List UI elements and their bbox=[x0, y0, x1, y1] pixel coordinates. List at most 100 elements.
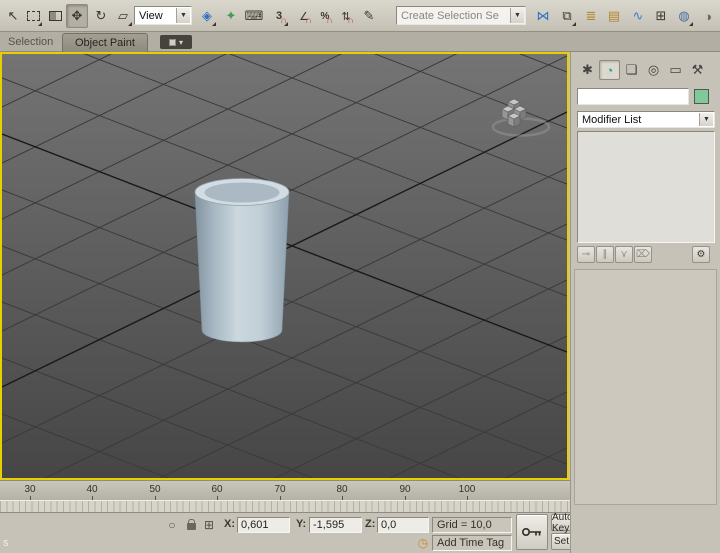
magnet-icon: ∩ bbox=[306, 16, 313, 25]
edit-sets-icon: ✎ bbox=[364, 8, 375, 24]
tab-hierarchy[interactable]: ❏ bbox=[621, 60, 642, 80]
render-setup-icon: ◑ bbox=[704, 9, 712, 24]
time-tick: 60 bbox=[205, 484, 229, 495]
z-coordinate-field[interactable]: 0,0 bbox=[377, 517, 429, 533]
configure-sets-icon: ⚙ bbox=[697, 249, 706, 260]
viewcube[interactable] bbox=[493, 99, 549, 136]
time-tick: 40 bbox=[80, 484, 104, 495]
window-crossing-icon bbox=[49, 11, 62, 21]
curve-editor-button[interactable]: ∿ bbox=[627, 4, 649, 28]
remove-modifier-icon: ⌦ bbox=[636, 249, 650, 260]
angle-snap-button[interactable]: ∠ ∩ bbox=[293, 4, 315, 28]
show-end-result-button[interactable]: ∥ bbox=[596, 246, 614, 263]
chevron-down-icon[interactable]: ▼ bbox=[176, 8, 190, 23]
object-name-field[interactable] bbox=[577, 88, 689, 105]
tab-create[interactable]: ✱ bbox=[577, 60, 598, 80]
snap-toggle-button[interactable]: 3 ∩ bbox=[268, 4, 290, 28]
render-setup-button[interactable]: ◑ bbox=[697, 4, 719, 28]
time-tick: 90 bbox=[393, 484, 417, 495]
set-keys-button[interactable] bbox=[516, 514, 548, 550]
time-tick: 30 bbox=[18, 484, 42, 495]
chevron-down-icon[interactable]: ▼ bbox=[510, 8, 524, 23]
curve-editor-icon: ∿ bbox=[633, 8, 644, 24]
time-tick: 50 bbox=[143, 484, 167, 495]
cylinder-object[interactable] bbox=[195, 179, 289, 343]
move-icon: ✥ bbox=[72, 8, 83, 24]
time-slider[interactable]: 30 40 50 60 70 80 90 100 bbox=[0, 480, 570, 500]
track-bar[interactable] bbox=[0, 500, 570, 513]
material-editor-icon: ◍ bbox=[678, 8, 689, 24]
named-selection-sets-button[interactable]: ✎ bbox=[358, 4, 380, 28]
named-selection-set-value: Create Selection Se bbox=[401, 10, 499, 22]
absolute-offset-toggle[interactable]: ⊞ bbox=[201, 517, 217, 533]
x-coordinate-field[interactable]: 0,601 bbox=[237, 517, 290, 533]
rotate-icon: ↻ bbox=[96, 8, 107, 24]
lock-icon bbox=[187, 523, 196, 530]
rotate-button[interactable]: ↻ bbox=[90, 4, 112, 28]
x-label: X: bbox=[224, 518, 235, 530]
object-color-swatch[interactable] bbox=[694, 89, 709, 104]
align-icon: ⧉ bbox=[562, 8, 571, 24]
hierarchy-icon: ❏ bbox=[626, 62, 638, 78]
ribbon-tab-bar: Selection Object Paint ▾ bbox=[0, 32, 720, 52]
add-time-tag-button[interactable]: Add Time Tag bbox=[432, 535, 512, 551]
y-coordinate-field[interactable]: -1,595 bbox=[309, 517, 362, 533]
scale-button[interactable]: ▱ bbox=[112, 4, 134, 28]
tab-utilities[interactable]: ⚒ bbox=[687, 60, 708, 80]
tab-modify[interactable]: ◔ bbox=[599, 60, 620, 80]
align-button[interactable]: ⧉ bbox=[556, 4, 578, 28]
magnet-icon: ∩ bbox=[327, 16, 334, 25]
chevron-down-icon[interactable]: ▼ bbox=[699, 113, 713, 126]
mirror-button[interactable]: ⋈ bbox=[532, 4, 554, 28]
viewport-canvas bbox=[2, 54, 567, 478]
select-object-icon[interactable]: ↖ bbox=[2, 4, 24, 28]
tab-object-paint[interactable]: Object Paint bbox=[62, 33, 148, 52]
material-editor-button[interactable]: ◍ bbox=[673, 4, 695, 28]
selection-region-button[interactable] bbox=[22, 4, 44, 28]
tab-motion[interactable]: ◎ bbox=[643, 60, 664, 80]
configure-modifier-sets-button[interactable]: ⚙ bbox=[692, 246, 710, 263]
rollout-area bbox=[574, 269, 717, 505]
ribbon-options-button[interactable]: ▾ bbox=[160, 35, 192, 49]
grid-spacing-display: Grid = 10,0 bbox=[432, 517, 512, 533]
remove-modifier-button[interactable]: ⌦ bbox=[634, 246, 652, 263]
ribbon-state-icon bbox=[169, 39, 176, 46]
schematic-view-button[interactable]: ⊞ bbox=[650, 4, 672, 28]
select-arrow-icon: ↖ bbox=[8, 8, 19, 24]
pin-stack-icon: ⊸ bbox=[582, 249, 590, 260]
percent-snap-button[interactable]: % ∩ bbox=[314, 4, 336, 28]
modifier-list-dropdown[interactable]: Modifier List ▼ bbox=[577, 111, 715, 128]
z-label: Z: bbox=[365, 518, 375, 530]
make-unique-button[interactable]: ⋎ bbox=[615, 246, 633, 263]
make-unique-icon: ⋎ bbox=[620, 249, 627, 260]
select-manipulate-button[interactable]: ✦ bbox=[220, 4, 242, 28]
mirror-icon: ⋈ bbox=[537, 8, 550, 24]
time-tag-clock-icon: ◷ bbox=[415, 535, 431, 551]
isolate-selection-button[interactable]: ○ bbox=[164, 517, 180, 533]
viewcube-ring[interactable] bbox=[493, 119, 549, 136]
use-center-icon: ◈ bbox=[202, 8, 212, 24]
selection-lock-button[interactable] bbox=[183, 517, 199, 533]
window-crossing-button[interactable] bbox=[44, 4, 66, 28]
tab-display[interactable]: ▭ bbox=[665, 60, 686, 80]
modifier-stack-list[interactable] bbox=[577, 131, 715, 243]
named-selection-set-dropdown[interactable]: Create Selection Se ▼ bbox=[396, 6, 526, 25]
motion-icon: ◎ bbox=[648, 62, 659, 78]
magnet-icon: ∩ bbox=[281, 16, 288, 25]
layers-icon: ≣ bbox=[586, 8, 597, 24]
modify-icon: ◔ bbox=[606, 63, 614, 78]
use-center-button[interactable]: ◈ bbox=[196, 4, 218, 28]
chevron-down-icon: ▾ bbox=[179, 38, 183, 47]
create-icon: ✱ bbox=[582, 62, 593, 78]
move-button[interactable]: ✥ bbox=[66, 4, 88, 28]
tab-selection[interactable]: Selection bbox=[8, 36, 53, 48]
scale-icon: ▱ bbox=[118, 8, 128, 24]
keyboard-override-button[interactable]: ⌨ bbox=[243, 4, 265, 28]
reference-coordinate-dropdown[interactable]: View ▼ bbox=[134, 6, 192, 25]
perspective-viewport[interactable] bbox=[0, 52, 569, 480]
ribbon-toggle-button[interactable]: ▤ bbox=[603, 4, 625, 28]
layer-manager-button[interactable]: ≣ bbox=[580, 4, 602, 28]
spinner-snap-button[interactable]: ⇅ ∩ bbox=[335, 4, 357, 28]
prompt-line: s bbox=[3, 537, 9, 549]
pin-stack-button[interactable]: ⊸ bbox=[577, 246, 595, 263]
